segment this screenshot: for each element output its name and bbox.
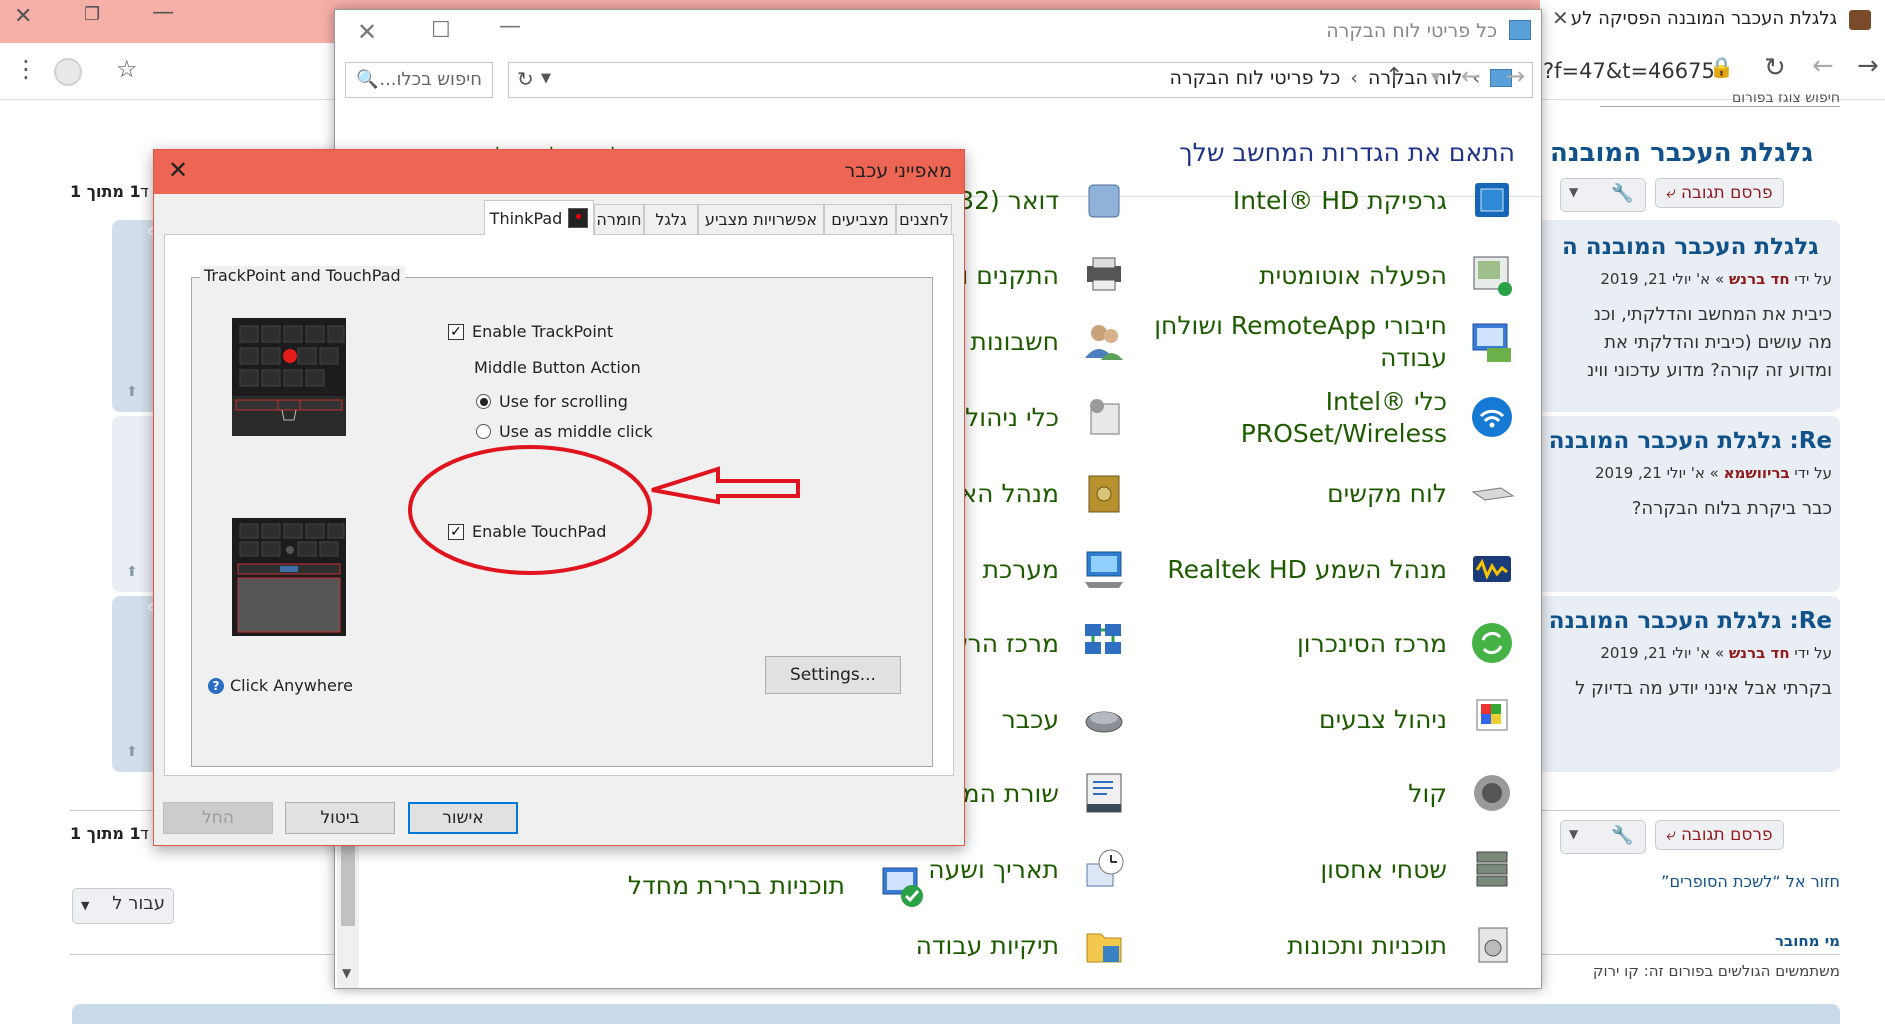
tab-label: ThinkPad bbox=[489, 208, 563, 228]
annotation-overlay bbox=[408, 445, 800, 575]
thinkpad-icon bbox=[568, 208, 589, 228]
tab-thinkpad[interactable]: ThinkPad bbox=[484, 200, 594, 235]
annotation-ellipse bbox=[408, 445, 652, 575]
annotation-arrow bbox=[651, 466, 800, 505]
